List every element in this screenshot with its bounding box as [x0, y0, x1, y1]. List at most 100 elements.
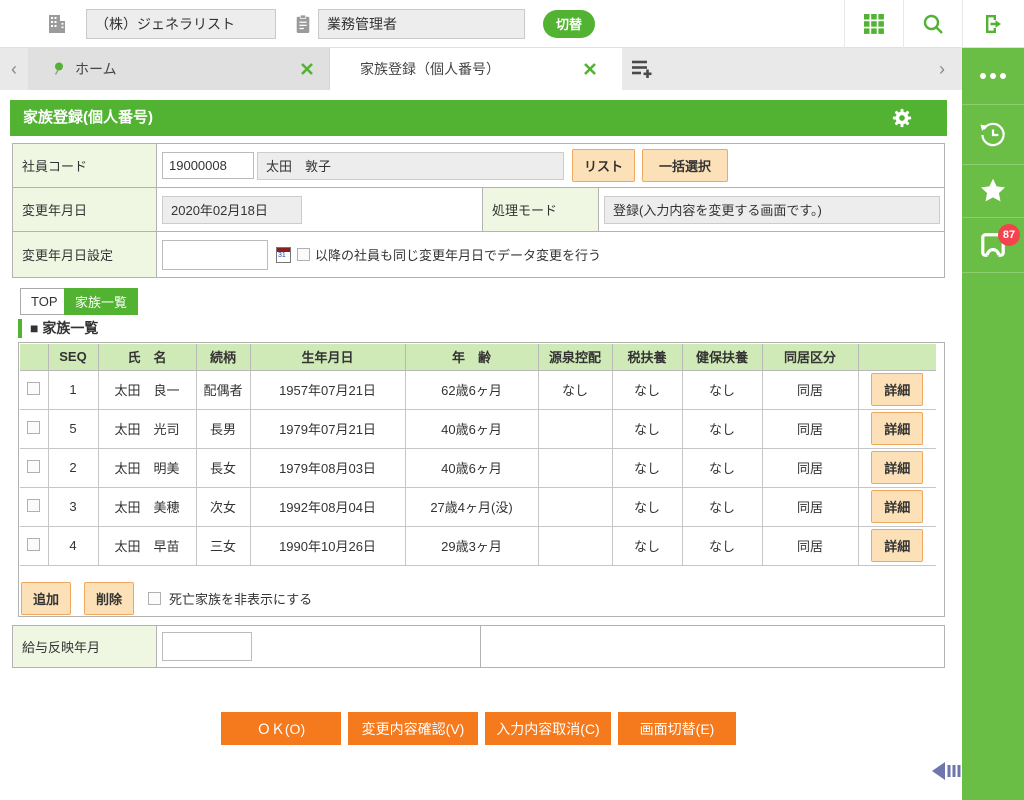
star-icon	[978, 176, 1008, 206]
tab-family-registration[interactable]: 家族登録（個人番号）	[330, 48, 622, 90]
footer-actions: ＯＫ(O) 変更内容確認(V) 入力内容取消(C) 画面切替(E)	[221, 712, 736, 745]
favorites-button[interactable]	[962, 165, 1024, 218]
row-checkbox[interactable]	[27, 538, 40, 551]
add-tab-button[interactable]	[622, 48, 662, 90]
notifications-button[interactable]: 87	[962, 218, 1024, 273]
company-input[interactable]	[86, 9, 276, 39]
logout-icon	[982, 12, 1006, 36]
cell-birth: 1990年10月26日	[250, 526, 405, 565]
cell-health: なし	[682, 526, 762, 565]
list-actions: 追加 削除 死亡家族を非表示にする	[21, 582, 312, 615]
add-row-button[interactable]: 追加	[21, 582, 71, 615]
cell-tax: なし	[612, 526, 682, 565]
salary-form: 給与反映年月	[12, 625, 945, 668]
detail-button[interactable]: 詳細	[871, 373, 923, 406]
cell-living: 同居	[762, 409, 858, 448]
detail-button[interactable]: 詳細	[871, 529, 923, 562]
search-button[interactable]	[903, 0, 962, 48]
bulk-select-button[interactable]: 一括選択	[642, 149, 728, 182]
table-row: 2 太田 明美 長女 1979年08月03日 40歳6ヶ月 なし なし 同居 詳…	[20, 448, 936, 487]
delete-row-button[interactable]: 削除	[84, 582, 134, 615]
family-list-panel: SEQ 氏 名 続柄 生年月日 年 齢 源泉控配 税扶養 健保扶養 同居区分 1…	[18, 342, 945, 617]
header-relation: 続柄	[196, 344, 250, 370]
cancel-input-button[interactable]: 入力内容取消(C)	[485, 712, 611, 745]
confirm-changes-button[interactable]: 変更内容確認(V)	[348, 712, 478, 745]
logout-button[interactable]	[962, 0, 1024, 48]
header-health-dependent: 健保扶養	[682, 344, 762, 370]
cell-living: 同居	[762, 448, 858, 487]
family-list-nav-button[interactable]: 家族一覧	[64, 288, 138, 315]
employee-code-input[interactable]	[162, 152, 254, 179]
header-age: 年 齢	[405, 344, 538, 370]
cell-tax: なし	[612, 409, 682, 448]
cell-age: 27歳4ヶ月(没)	[405, 487, 538, 526]
cell-health: なし	[682, 409, 762, 448]
grid-icon	[862, 12, 886, 36]
salary-form-spacer	[481, 626, 944, 667]
cell-relation: 長女	[196, 448, 250, 487]
switch-button[interactable]: 切替	[543, 10, 595, 38]
header-tax-dependent: 税扶養	[612, 344, 682, 370]
salary-month-input[interactable]	[162, 632, 252, 661]
same-date-checkbox-label: 以降の社員も同じ変更年月日でデータ変更を行う	[315, 245, 601, 264]
cell-relation: 三女	[196, 526, 250, 565]
hide-deceased-checkbox[interactable]	[148, 592, 161, 605]
detail-button[interactable]: 詳細	[871, 412, 923, 445]
cell-name: 太田 光司	[98, 409, 196, 448]
cell-birth: 1957年07月21日	[250, 370, 405, 409]
table-row: 3 太田 美穂 次女 1992年08月04日 27歳4ヶ月(没) なし なし 同…	[20, 487, 936, 526]
tab-family-close-icon[interactable]	[582, 61, 598, 77]
change-date-label: 変更年月日	[13, 188, 157, 231]
history-button[interactable]	[962, 105, 1024, 165]
tabs-scroll-left-button[interactable]: ‹	[0, 48, 28, 90]
tab-home-close-icon[interactable]	[299, 61, 315, 77]
row-checkbox[interactable]	[27, 499, 40, 512]
cell-living: 同居	[762, 526, 858, 565]
role-input[interactable]	[318, 9, 525, 39]
detail-button[interactable]: 詳細	[871, 451, 923, 484]
employee-name-value: 太田 敦子	[257, 152, 564, 180]
add-tab-icon	[630, 58, 654, 80]
ellipsis-icon	[979, 72, 1007, 80]
cell-age: 40歳6ヶ月	[405, 448, 538, 487]
pin-icon	[52, 62, 65, 76]
detail-button[interactable]: 詳細	[871, 490, 923, 523]
clipboard-icon	[294, 14, 312, 34]
top-nav-button[interactable]: TOP	[20, 288, 69, 315]
cell-relation: 配偶者	[196, 370, 250, 409]
cell-health: なし	[682, 370, 762, 409]
header-seq: SEQ	[48, 344, 98, 370]
row-checkbox[interactable]	[27, 421, 40, 434]
same-date-checkbox[interactable]	[297, 248, 310, 261]
cell-withholding	[538, 448, 612, 487]
switch-screen-button[interactable]: 画面切替(E)	[618, 712, 736, 745]
cell-name: 太田 明美	[98, 448, 196, 487]
tabs-scroll-right-button[interactable]: ›	[928, 48, 956, 90]
section-accent-bar	[18, 319, 22, 338]
table-row: 5 太田 光司 長男 1979年07月21日 40歳6ヶ月 なし なし 同居 詳…	[20, 409, 936, 448]
row-checkbox[interactable]	[27, 382, 40, 395]
tab-home[interactable]: ホーム	[28, 48, 330, 90]
topbar-icons	[844, 0, 1024, 48]
employee-code-label: 社員コード	[13, 144, 157, 187]
cell-seq: 4	[48, 526, 98, 565]
sidebar-filler	[962, 273, 1024, 800]
apps-menu-button[interactable]	[844, 0, 903, 48]
header-withholding: 源泉控配	[538, 344, 612, 370]
list-button[interactable]: リスト	[572, 149, 635, 182]
more-menu-button[interactable]	[962, 48, 1024, 105]
collapse-sidebar-icon[interactable]	[931, 759, 962, 783]
calendar-icon[interactable]	[276, 247, 291, 263]
section-title-text: ■ 家族一覧	[30, 318, 98, 338]
ok-button[interactable]: ＯＫ(O)	[221, 712, 341, 745]
page-title: 家族登録(個人番号)	[23, 109, 153, 126]
hide-deceased-label: 死亡家族を非表示にする	[169, 589, 312, 608]
cell-tax: なし	[612, 448, 682, 487]
cell-relation: 次女	[196, 487, 250, 526]
family-table-header-row: SEQ 氏 名 続柄 生年月日 年 齢 源泉控配 税扶養 健保扶養 同居区分	[20, 344, 936, 370]
row-checkbox[interactable]	[27, 460, 40, 473]
cell-tax: なし	[612, 370, 682, 409]
change-date-setting-input[interactable]	[162, 240, 268, 270]
gear-icon[interactable]	[891, 107, 913, 129]
history-icon	[977, 119, 1009, 151]
